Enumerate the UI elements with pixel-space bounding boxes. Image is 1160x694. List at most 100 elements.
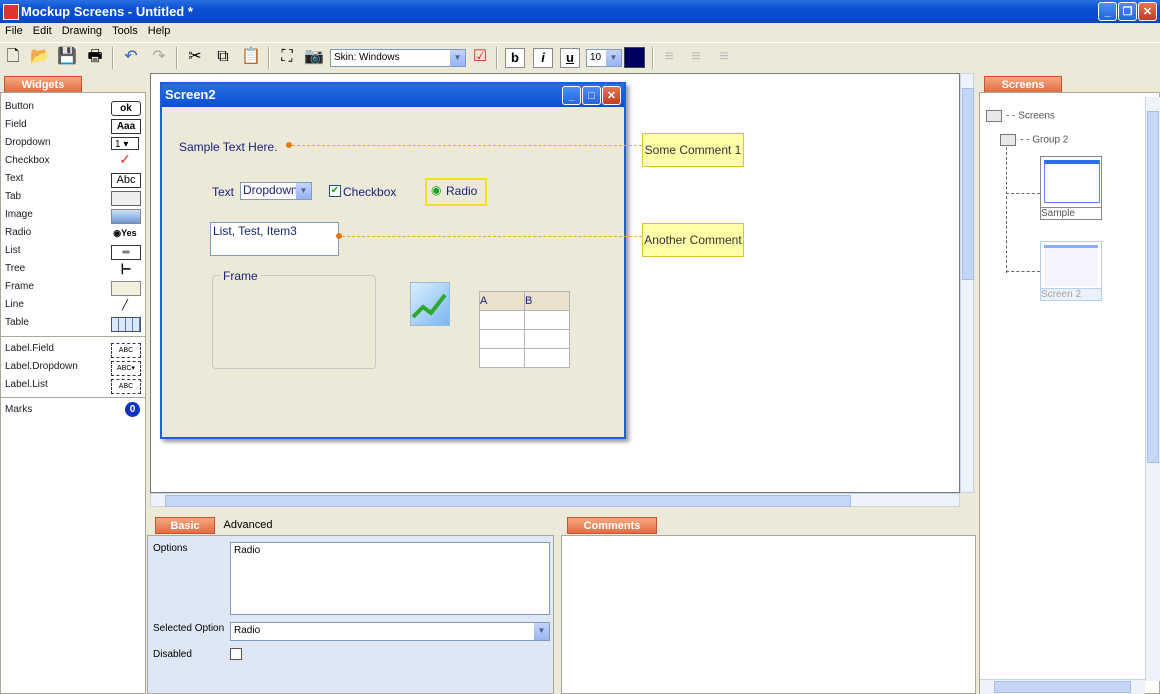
scrollbar-thumb[interactable] xyxy=(962,88,974,280)
widget-radio-label[interactable]: Radio xyxy=(5,227,31,238)
italic-button[interactable]: i xyxy=(533,48,553,68)
widget-label-field[interactable]: Label.Field xyxy=(5,343,54,354)
button-widget-icon[interactable]: ok xyxy=(111,101,141,116)
widget-label-dropdown[interactable]: Label.Dropdown xyxy=(5,361,78,372)
tab-basic[interactable]: Basic xyxy=(155,517,215,534)
widget-marks-label[interactable]: Marks xyxy=(5,404,32,415)
underline-button[interactable]: u xyxy=(560,48,580,68)
comments-textarea[interactable] xyxy=(561,535,976,694)
tree-widget-icon[interactable]: ┣━ xyxy=(111,263,139,276)
label-list-widget-icon[interactable]: ABC xyxy=(111,379,141,394)
tab-comments[interactable]: Comments xyxy=(567,517,657,534)
menu-file[interactable]: File xyxy=(0,23,28,37)
widget-button-label[interactable]: Button xyxy=(5,101,34,112)
tree-root[interactable]: - - Screens xyxy=(986,110,1055,122)
align-center-icon[interactable]: ≡ xyxy=(685,46,707,68)
dropdown-widget-icon[interactable]: 1 ▾ xyxy=(111,137,139,150)
minimize-button[interactable]: _ xyxy=(1098,2,1117,21)
widget-dropdown-label[interactable]: Dropdown xyxy=(5,137,51,148)
bold-button[interactable]: b xyxy=(505,48,525,68)
align-right-icon[interactable]: ≡ xyxy=(713,46,735,68)
open-folder-icon[interactable]: 📂 xyxy=(29,46,51,68)
screen-thumb-sample[interactable]: Sample xyxy=(1040,156,1102,220)
menu-help[interactable]: Help xyxy=(143,23,176,37)
close-button[interactable]: ✕ xyxy=(1138,2,1157,21)
radio-widget-icon[interactable]: ◉Yes xyxy=(111,227,139,240)
mock-checkbox[interactable]: ✔ xyxy=(329,185,341,197)
text-label[interactable]: Text xyxy=(212,185,234,199)
canvas-vertical-scrollbar[interactable] xyxy=(960,73,974,493)
checklist-icon[interactable]: ☑ xyxy=(469,46,491,68)
chart-image-icon[interactable] xyxy=(410,282,450,326)
align-left-icon[interactable]: ≡ xyxy=(658,46,680,68)
widget-image-label[interactable]: Image xyxy=(5,209,33,220)
menu-drawing[interactable]: Drawing xyxy=(57,23,107,37)
print-icon[interactable]: 🖶 xyxy=(84,46,106,68)
tab-advanced[interactable]: Advanced xyxy=(218,517,278,534)
widget-checkbox-label[interactable]: Checkbox xyxy=(5,155,49,166)
mock-dropdown[interactable]: Dropdown ▼ xyxy=(240,182,312,200)
options-textarea[interactable]: Radio xyxy=(230,542,550,615)
disabled-checkbox[interactable] xyxy=(230,648,242,660)
table-widget-icon[interactable] xyxy=(111,317,141,332)
text-widget-icon[interactable]: Abc xyxy=(111,173,141,188)
paste-icon[interactable]: 📋 xyxy=(240,46,262,68)
scrollbar-thumb[interactable] xyxy=(994,681,1131,693)
widget-list-label[interactable]: List xyxy=(5,245,21,256)
mock-frame[interactable] xyxy=(212,275,376,369)
label-dropdown-widget-icon[interactable]: ABC▾ xyxy=(111,361,141,376)
label-field-widget-icon[interactable]: ABC xyxy=(111,343,141,358)
restore-button[interactable]: ❐ xyxy=(1118,2,1137,21)
image-widget-icon[interactable] xyxy=(111,209,141,224)
camera-icon[interactable]: 📷 xyxy=(303,46,325,68)
widget-tree-label[interactable]: Tree xyxy=(5,263,25,274)
mock-checkbox-label[interactable]: Checkbox xyxy=(343,185,396,199)
widget-text-label[interactable]: Text xyxy=(5,173,23,184)
widget-field-label[interactable]: Field xyxy=(5,119,27,130)
presentation-icon[interactable]: ⛶ xyxy=(276,46,298,68)
screen-thumb-screen2[interactable]: Screen 2 xyxy=(1040,241,1102,301)
tree-group[interactable]: - - Group 2 xyxy=(1000,134,1068,146)
widget-tab-label[interactable]: Tab xyxy=(5,191,21,202)
widget-label-list[interactable]: Label.List xyxy=(5,379,48,390)
menu-edit[interactable]: Edit xyxy=(28,23,57,37)
field-widget-icon[interactable]: Aaa xyxy=(111,119,141,134)
frame-widget-icon[interactable] xyxy=(111,281,141,296)
scrollbar-thumb[interactable] xyxy=(1147,111,1159,463)
selected-option-dropdown[interactable]: Radio ▼ xyxy=(230,622,550,641)
widget-table-label[interactable]: Table xyxy=(5,317,29,328)
checkbox-widget-icon[interactable]: ✓ xyxy=(111,152,139,166)
copy-icon[interactable]: ⧉ xyxy=(212,46,234,68)
maximize-button[interactable]: □ xyxy=(582,86,601,105)
tab-widgets[interactable]: Widgets xyxy=(4,76,82,93)
cut-icon[interactable]: ✂ xyxy=(184,46,206,68)
list-widget-icon[interactable]: ═ xyxy=(111,245,141,260)
redo-icon[interactable]: ↷ xyxy=(148,46,170,68)
line-widget-icon[interactable]: ╱ xyxy=(111,299,139,312)
minimize-button[interactable]: _ xyxy=(562,86,581,105)
tab-screens[interactable]: Screens xyxy=(984,76,1062,93)
color-picker-button[interactable] xyxy=(624,47,645,68)
save-icon[interactable]: 💾 xyxy=(56,46,78,68)
sample-text[interactable]: Sample Text Here. xyxy=(179,140,278,154)
canvas-horizontal-scrollbar[interactable] xyxy=(150,493,960,507)
widget-frame-label[interactable]: Frame xyxy=(5,281,34,292)
screen2-window[interactable]: Screen2 _ □ ✕ Sample Text Here. Text Dro… xyxy=(160,82,626,439)
mock-table[interactable]: AB xyxy=(479,291,570,368)
skin-dropdown[interactable]: Skin: Windows ▼ xyxy=(330,49,466,67)
new-file-icon[interactable]: 🗋 xyxy=(2,46,24,68)
selected-radio-widget[interactable]: ◉ Radio xyxy=(425,178,487,206)
comment-note-1[interactable]: Some Comment 1 xyxy=(642,133,744,167)
comment-note-2[interactable]: Another Comment xyxy=(642,223,744,257)
font-size-dropdown[interactable]: 10 ▼ xyxy=(586,49,622,67)
menu-tools[interactable]: Tools xyxy=(107,23,143,37)
marks-count-badge[interactable]: 0 xyxy=(125,402,140,417)
close-button[interactable]: ✕ xyxy=(602,86,621,105)
screens-vertical-scrollbar[interactable] xyxy=(1145,97,1160,681)
scrollbar-thumb[interactable] xyxy=(165,495,851,507)
tab-widget-icon[interactable] xyxy=(111,191,141,206)
mock-list[interactable]: List, Test, Item3 xyxy=(210,222,339,256)
undo-icon[interactable]: ↶ xyxy=(120,46,142,68)
widget-line-label[interactable]: Line xyxy=(5,299,24,310)
screens-horizontal-scrollbar[interactable] xyxy=(980,679,1145,694)
